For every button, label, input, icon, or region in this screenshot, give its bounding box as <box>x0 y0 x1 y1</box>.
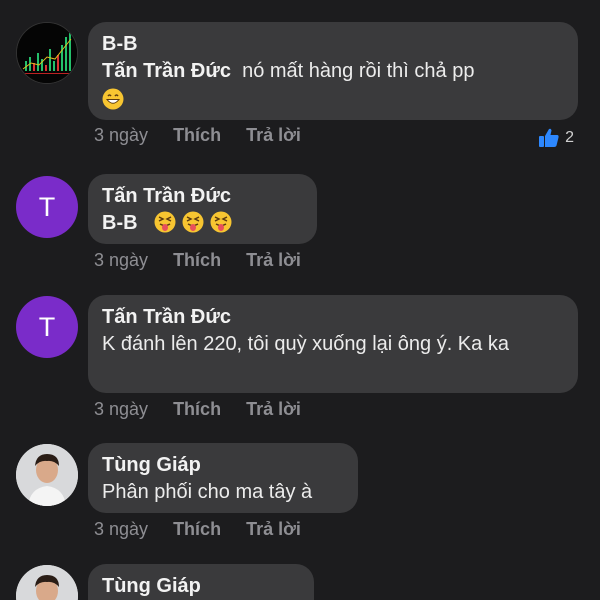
squinting-tongue-face-icon <box>154 211 176 233</box>
comment-bubble: Tấn Trần Đức B-B <box>88 174 317 244</box>
like-button[interactable]: Thích <box>173 125 221 145</box>
mention-tag[interactable]: Tấn Trần Đức <box>102 60 231 82</box>
like-button[interactable]: Thích <box>173 519 221 539</box>
comment-text: Phân phối cho ma tây à <box>102 481 313 503</box>
reply-button[interactable]: Trả lời <box>246 519 301 539</box>
person-photo-avatar[interactable] <box>16 444 78 506</box>
comment-text: K đánh lên 220, tôi quỳ xuống lại ông ý.… <box>102 333 509 355</box>
squinting-tongue-face-icon <box>182 211 204 233</box>
comment-bubble: B-B Tấn Trần Đức nó mất hàng rồi thì chả… <box>88 22 578 120</box>
reaction-summary[interactable]: 2 <box>538 128 574 148</box>
thumbs-up-icon <box>539 128 559 147</box>
comment-author[interactable]: B-B <box>102 31 564 57</box>
comment-actions: 3 ngày Thích Trả lời <box>94 519 321 540</box>
letter-avatar[interactable]: T <box>16 176 78 238</box>
comment-time: 3 ngày <box>94 250 149 270</box>
person-photo-avatar[interactable] <box>16 565 78 600</box>
comment-time: 3 ngày <box>94 399 149 419</box>
stock-chart-icon <box>17 23 77 83</box>
comment-text: Tấn Trần Đức nó mất hàng rồi thì chả pp <box>102 57 564 86</box>
squinting-tongue-face-icon <box>210 211 232 233</box>
comment-actions: 3 ngày Thích Trả lời <box>94 399 321 420</box>
emoji-row <box>102 86 564 115</box>
comment-actions: 3 ngày Thích Trả lời <box>94 250 321 271</box>
comment-author[interactable]: Tấn Trần Đức <box>102 183 303 209</box>
reply-button[interactable]: Trả lời <box>246 399 301 419</box>
comment-author[interactable]: Tấn Trần Đức <box>102 304 564 330</box>
stock-chart-avatar[interactable] <box>16 22 78 84</box>
comment-text: B-B <box>102 209 303 238</box>
comment-author[interactable]: Tùng Giáp <box>102 452 344 478</box>
like-button[interactable]: Thích <box>173 399 221 419</box>
comment-body: nó mất hàng rồi thì chả pp <box>242 60 475 82</box>
person-photo-icon <box>16 444 78 506</box>
comment-time: 3 ngày <box>94 125 149 145</box>
comment-bubble: Tấn Trần Đức K đánh lên 220, tôi quỳ xuố… <box>88 295 578 393</box>
grinning-face-icon <box>102 88 124 110</box>
letter-avatar[interactable]: T <box>16 296 78 358</box>
person-photo-icon <box>16 565 78 600</box>
comment-time: 3 ngày <box>94 519 149 539</box>
comment-feed: B-B Tấn Trần Đức nó mất hàng rồi thì chả… <box>0 0 600 600</box>
reply-button[interactable]: Trả lời <box>246 125 301 145</box>
comment-bubble: Tùng Giáp Phân phối cho ma tây à <box>88 443 358 513</box>
comment-actions: 3 ngày Thích Trả lời <box>94 125 321 146</box>
mention-tag[interactable]: B-B <box>102 212 138 234</box>
like-button[interactable]: Thích <box>173 250 221 270</box>
reply-button[interactable]: Trả lời <box>246 250 301 270</box>
comment-author[interactable]: Tùng Giáp <box>102 573 300 599</box>
comment-bubble: Tùng Giáp <box>88 564 314 600</box>
reaction-count: 2 <box>565 129 574 146</box>
